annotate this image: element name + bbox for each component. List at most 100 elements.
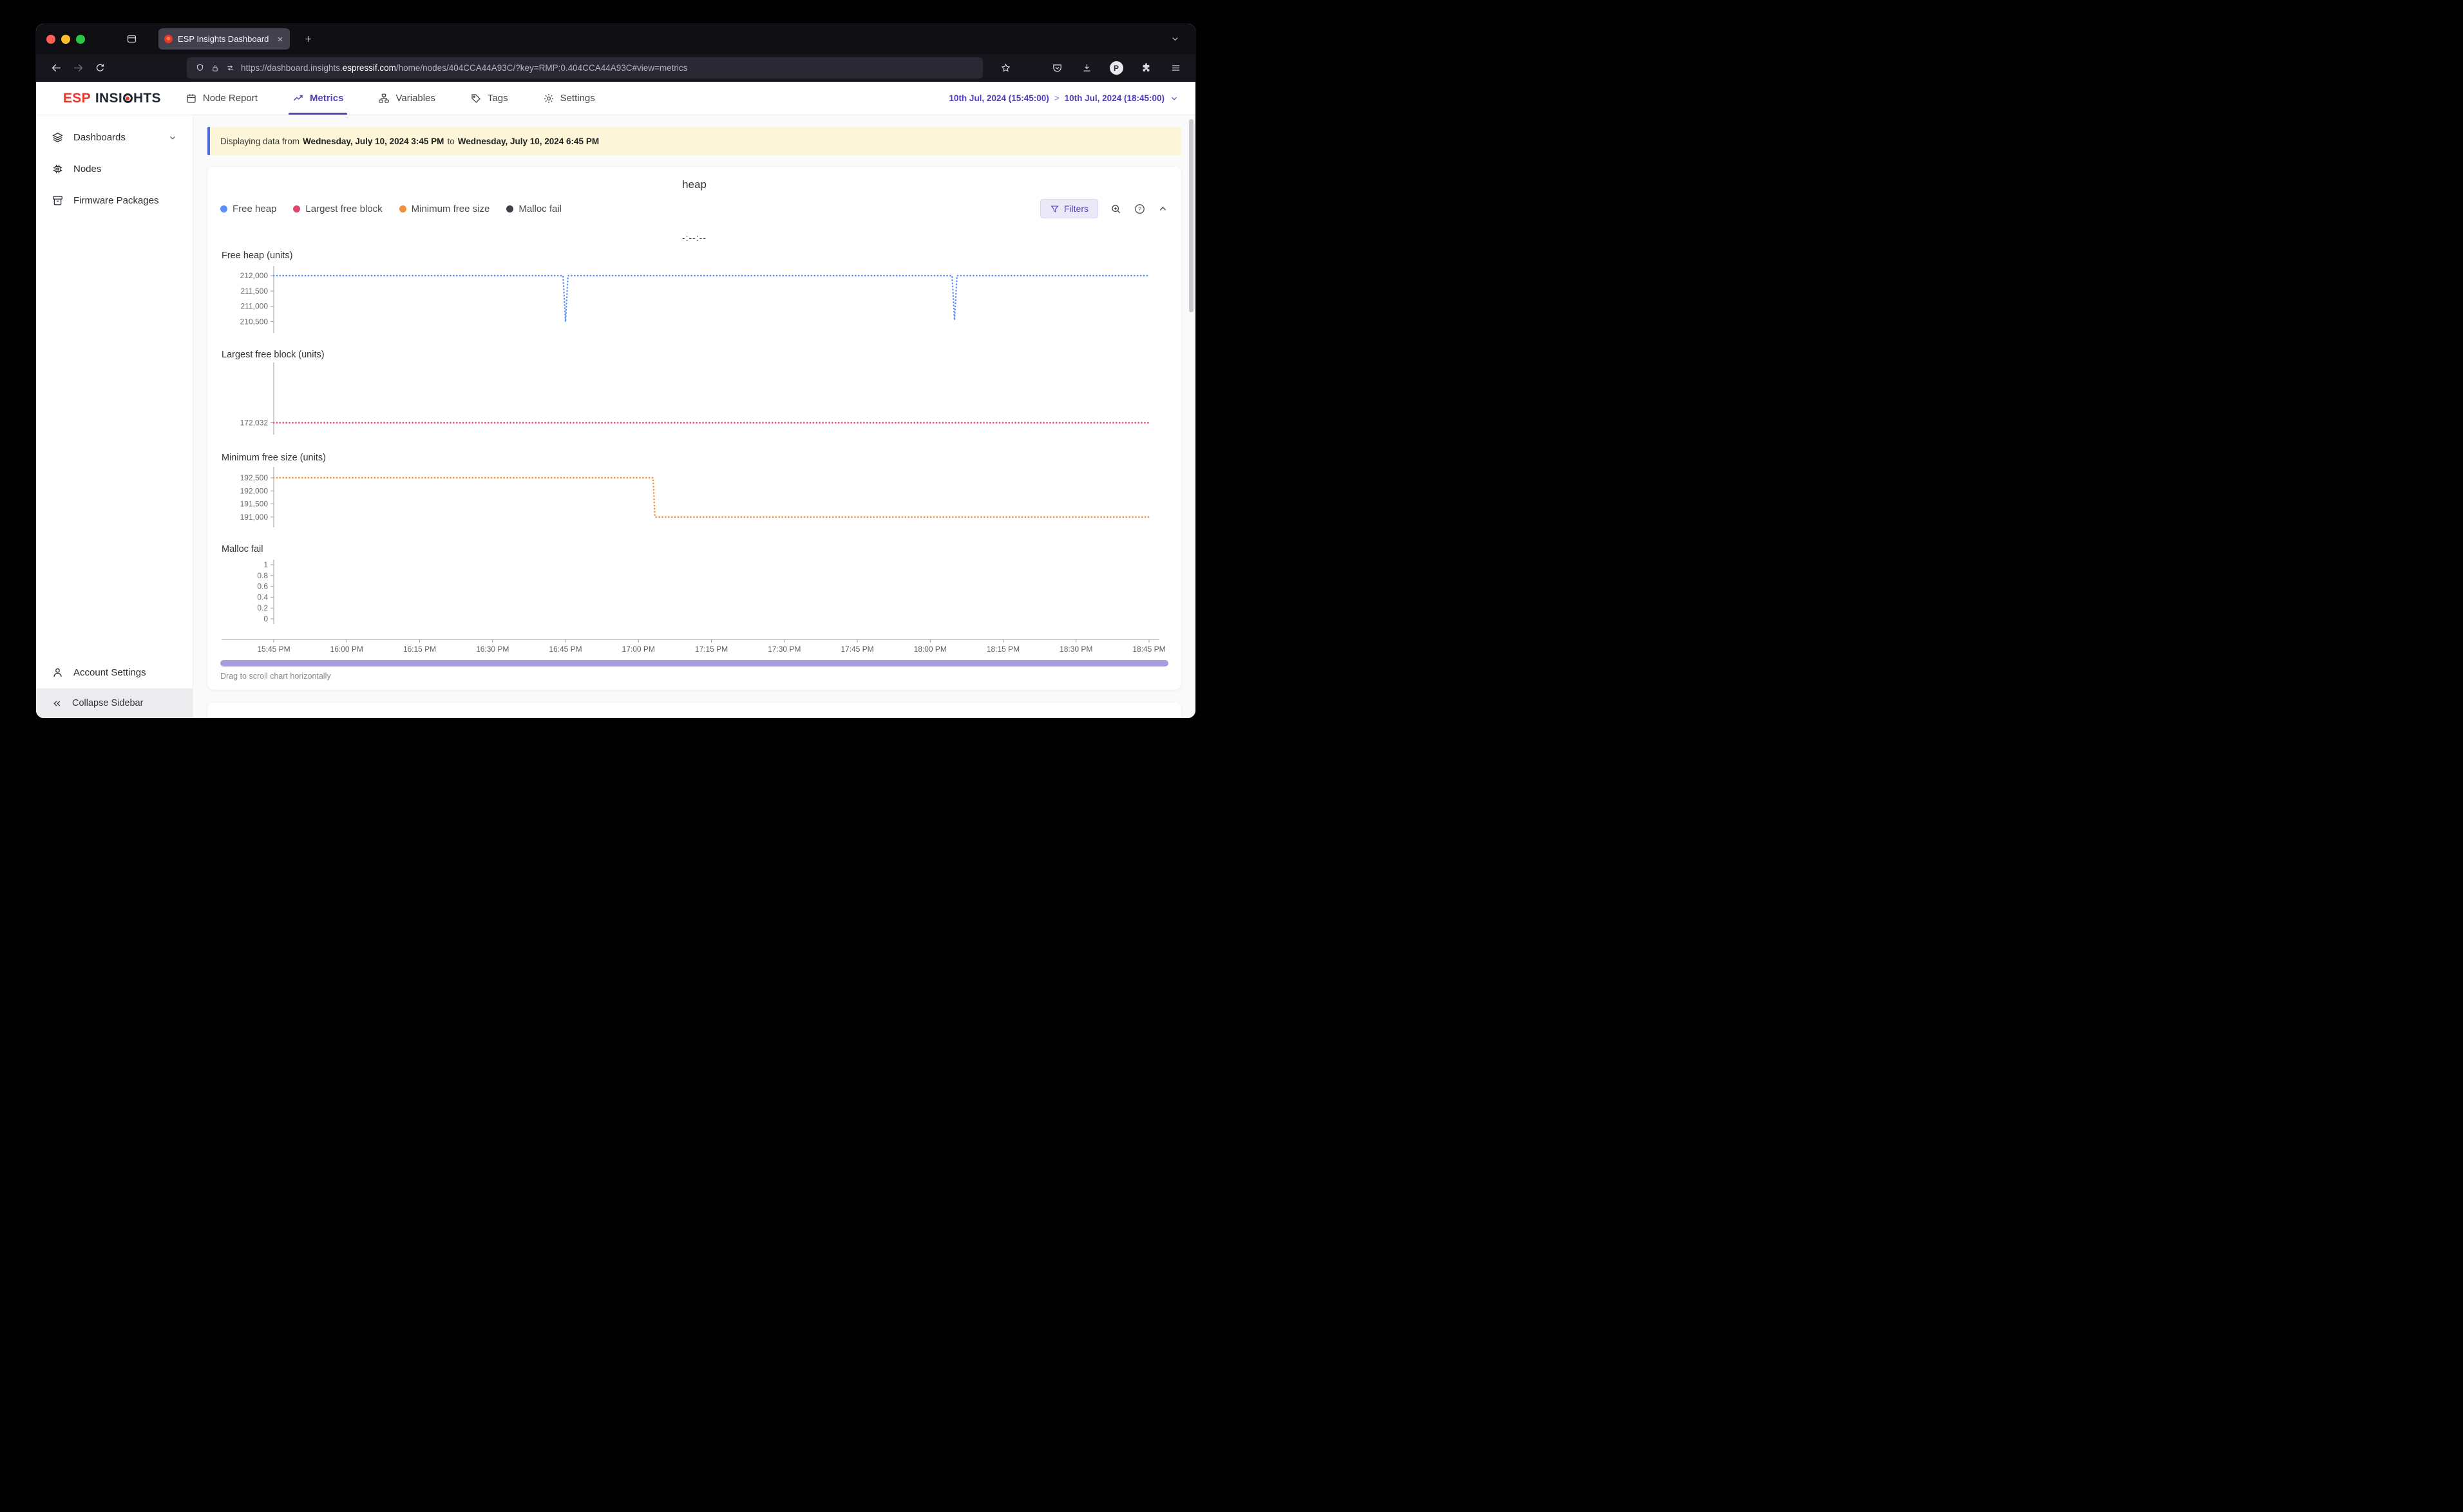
chart-block-minimum-free-size: Minimum free size (units) 192,500192,000…: [220, 453, 1168, 529]
horizontal-scroll-thumb[interactable]: [220, 660, 1168, 666]
extensions-puzzle-icon[interactable]: [1135, 58, 1157, 79]
sidebar-item-dashboards[interactable]: Dashboards: [36, 122, 193, 153]
sidebar-item-label: Nodes: [73, 164, 101, 175]
heap-metrics-card: heap Free heap Largest free block: [207, 167, 1181, 690]
downloads-icon[interactable]: [1076, 58, 1098, 79]
chart-title: Malloc fail: [222, 544, 1168, 554]
page-content: ESP INSI HTS Node Report Metrics Variabl…: [36, 82, 1195, 718]
zoom-in-icon[interactable]: [1110, 203, 1122, 215]
site-permissions-icon[interactable]: [225, 63, 235, 73]
svg-text:18:30 PM: 18:30 PM: [1060, 645, 1092, 654]
tab-settings[interactable]: Settings: [543, 82, 595, 115]
logo-lens-icon: [123, 93, 133, 103]
collapse-sidebar-button[interactable]: Collapse Sidebar: [36, 688, 193, 718]
sidebar-item-label: Account Settings: [73, 667, 146, 678]
banner-end-date: Wednesday, July 10, 2024 6:45 PM: [458, 137, 599, 146]
chart-canvas: 212,000211,500211,000210,500: [220, 262, 1168, 334]
browser-toolbar: https://dashboard.insights.espressif.com…: [36, 54, 1195, 82]
tab-node-report[interactable]: Node Report: [185, 82, 258, 115]
largest-free-block-chart[interactable]: 172,032: [220, 361, 1168, 437]
chart-block-free-heap: Free heap (units) 212,000211,500211,0002…: [220, 250, 1168, 334]
forward-button[interactable]: [67, 58, 89, 79]
close-window-button[interactable]: [46, 35, 55, 44]
page-vertical-scrollbar[interactable]: [1189, 119, 1193, 312]
legend-row: Free heap Largest free block Minimum fre…: [220, 199, 1168, 218]
chart-block-largest-free-block: Largest free block (units) 172,032: [220, 350, 1168, 437]
banner-to: to: [447, 137, 454, 146]
filters-button[interactable]: Filters: [1040, 199, 1098, 218]
minimize-window-button[interactable]: [61, 35, 70, 44]
reload-button[interactable]: [89, 58, 111, 79]
browser-tab[interactable]: ESP Insights Dashboard: [158, 28, 290, 50]
profile-avatar[interactable]: P: [1105, 58, 1127, 79]
tab-variables[interactable]: Variables: [378, 82, 435, 115]
back-button[interactable]: [45, 58, 67, 79]
date-range-picker[interactable]: 10th Jul, 2024 (15:45:00) > 10th Jul, 20…: [949, 82, 1179, 115]
chart-controls: Filters ?: [1040, 199, 1168, 218]
chevron-down-icon[interactable]: [168, 133, 177, 142]
svg-text:212,000: 212,000: [240, 271, 269, 280]
legend-item-minimum-free-size[interactable]: Minimum free size: [399, 203, 490, 214]
svg-text:18:15 PM: 18:15 PM: [987, 645, 1020, 654]
legend-item-malloc-fail[interactable]: Malloc fail: [506, 203, 562, 214]
tracking-protection-shield-icon[interactable]: [195, 63, 205, 73]
tab-title: ESP Insights Dashboard: [178, 34, 271, 44]
svg-text:17:00 PM: 17:00 PM: [622, 645, 655, 654]
browser-tab-bar: ESP Insights Dashboard: [36, 24, 1195, 54]
date-range-end: 10th Jul, 2024 (18:45:00): [1065, 93, 1165, 103]
gear-icon: [543, 93, 555, 104]
chevron-down-icon: [1170, 94, 1179, 103]
legend-item-largest-free-block[interactable]: Largest free block: [293, 203, 382, 214]
lock-icon[interactable]: [211, 64, 220, 73]
chart-block-malloc-fail: Malloc fail 10.80.60.40.2015:45 PM16:00 …: [220, 544, 1168, 654]
svg-text:191,500: 191,500: [240, 500, 269, 509]
chart-title: Minimum free size (units): [222, 453, 1168, 463]
new-tab-button[interactable]: [298, 29, 318, 50]
sidebar-item-label: Firmware Packages: [73, 195, 159, 206]
person-icon: [52, 666, 64, 679]
minimum-free-size-chart[interactable]: 192,500192,000191,500191,000: [220, 464, 1168, 529]
url-bar[interactable]: https://dashboard.insights.espressif.com…: [187, 57, 983, 79]
malloc-fail-chart[interactable]: 10.80.60.40.2015:45 PM16:00 PM16:15 PM16…: [220, 556, 1168, 654]
layers-icon: [52, 131, 64, 144]
svg-text:0.8: 0.8: [257, 571, 268, 580]
svg-text:191,000: 191,000: [240, 513, 269, 522]
legend-item-free-heap[interactable]: Free heap: [220, 203, 276, 214]
next-metrics-card: [207, 703, 1181, 718]
free-heap-chart[interactable]: 212,000211,500211,000210,500: [220, 262, 1168, 334]
svg-text:211,000: 211,000: [241, 302, 269, 311]
date-range-separator: >: [1054, 93, 1060, 103]
firefox-view-icon[interactable]: [121, 29, 142, 50]
chart-legend: Free heap Largest free block Minimum fre…: [220, 203, 562, 214]
bookmark-star-icon[interactable]: [994, 58, 1016, 79]
window-controls: [46, 35, 85, 44]
tab-tags[interactable]: Tags: [470, 82, 508, 115]
svg-text:192,000: 192,000: [240, 486, 269, 495]
list-tabs-chevron-icon[interactable]: [1165, 29, 1185, 50]
chip-icon: [52, 163, 64, 175]
url-text: https://dashboard.insights.espressif.com…: [241, 63, 687, 73]
svg-text:211,500: 211,500: [241, 287, 269, 296]
browser-window: ESP Insights Dashboard: [36, 24, 1195, 718]
sidebar-item-nodes[interactable]: Nodes: [36, 153, 193, 185]
collapse-chart-chevron-icon[interactable]: [1157, 203, 1168, 214]
menu-hamburger-icon[interactable]: [1165, 58, 1186, 79]
maximize-window-button[interactable]: [76, 35, 85, 44]
pocket-icon[interactable]: [1046, 58, 1068, 79]
hover-time-placeholder: -:--:--: [220, 232, 1168, 243]
main-area: Displaying data from Wednesday, July 10,…: [193, 115, 1195, 718]
tab-close-icon[interactable]: [276, 35, 284, 43]
chart-group-title: heap: [220, 178, 1168, 191]
package-icon: [52, 194, 64, 207]
tab-metrics[interactable]: Metrics: [292, 82, 344, 115]
tab-label: Variables: [395, 93, 435, 104]
metrics-trend-icon: [292, 93, 304, 104]
sidebar-item-account-settings[interactable]: Account Settings: [36, 657, 193, 688]
chart-canvas: 192,500192,000191,500191,000: [220, 464, 1168, 529]
profile-initial: P: [1110, 61, 1123, 75]
esp-insights-logo: ESP INSI HTS: [63, 82, 161, 115]
sidebar-item-firmware-packages[interactable]: Firmware Packages: [36, 185, 193, 216]
help-icon[interactable]: ?: [1134, 203, 1146, 215]
chart-title: Free heap (units): [222, 250, 1168, 261]
url-domain: espressif.com: [343, 63, 396, 73]
